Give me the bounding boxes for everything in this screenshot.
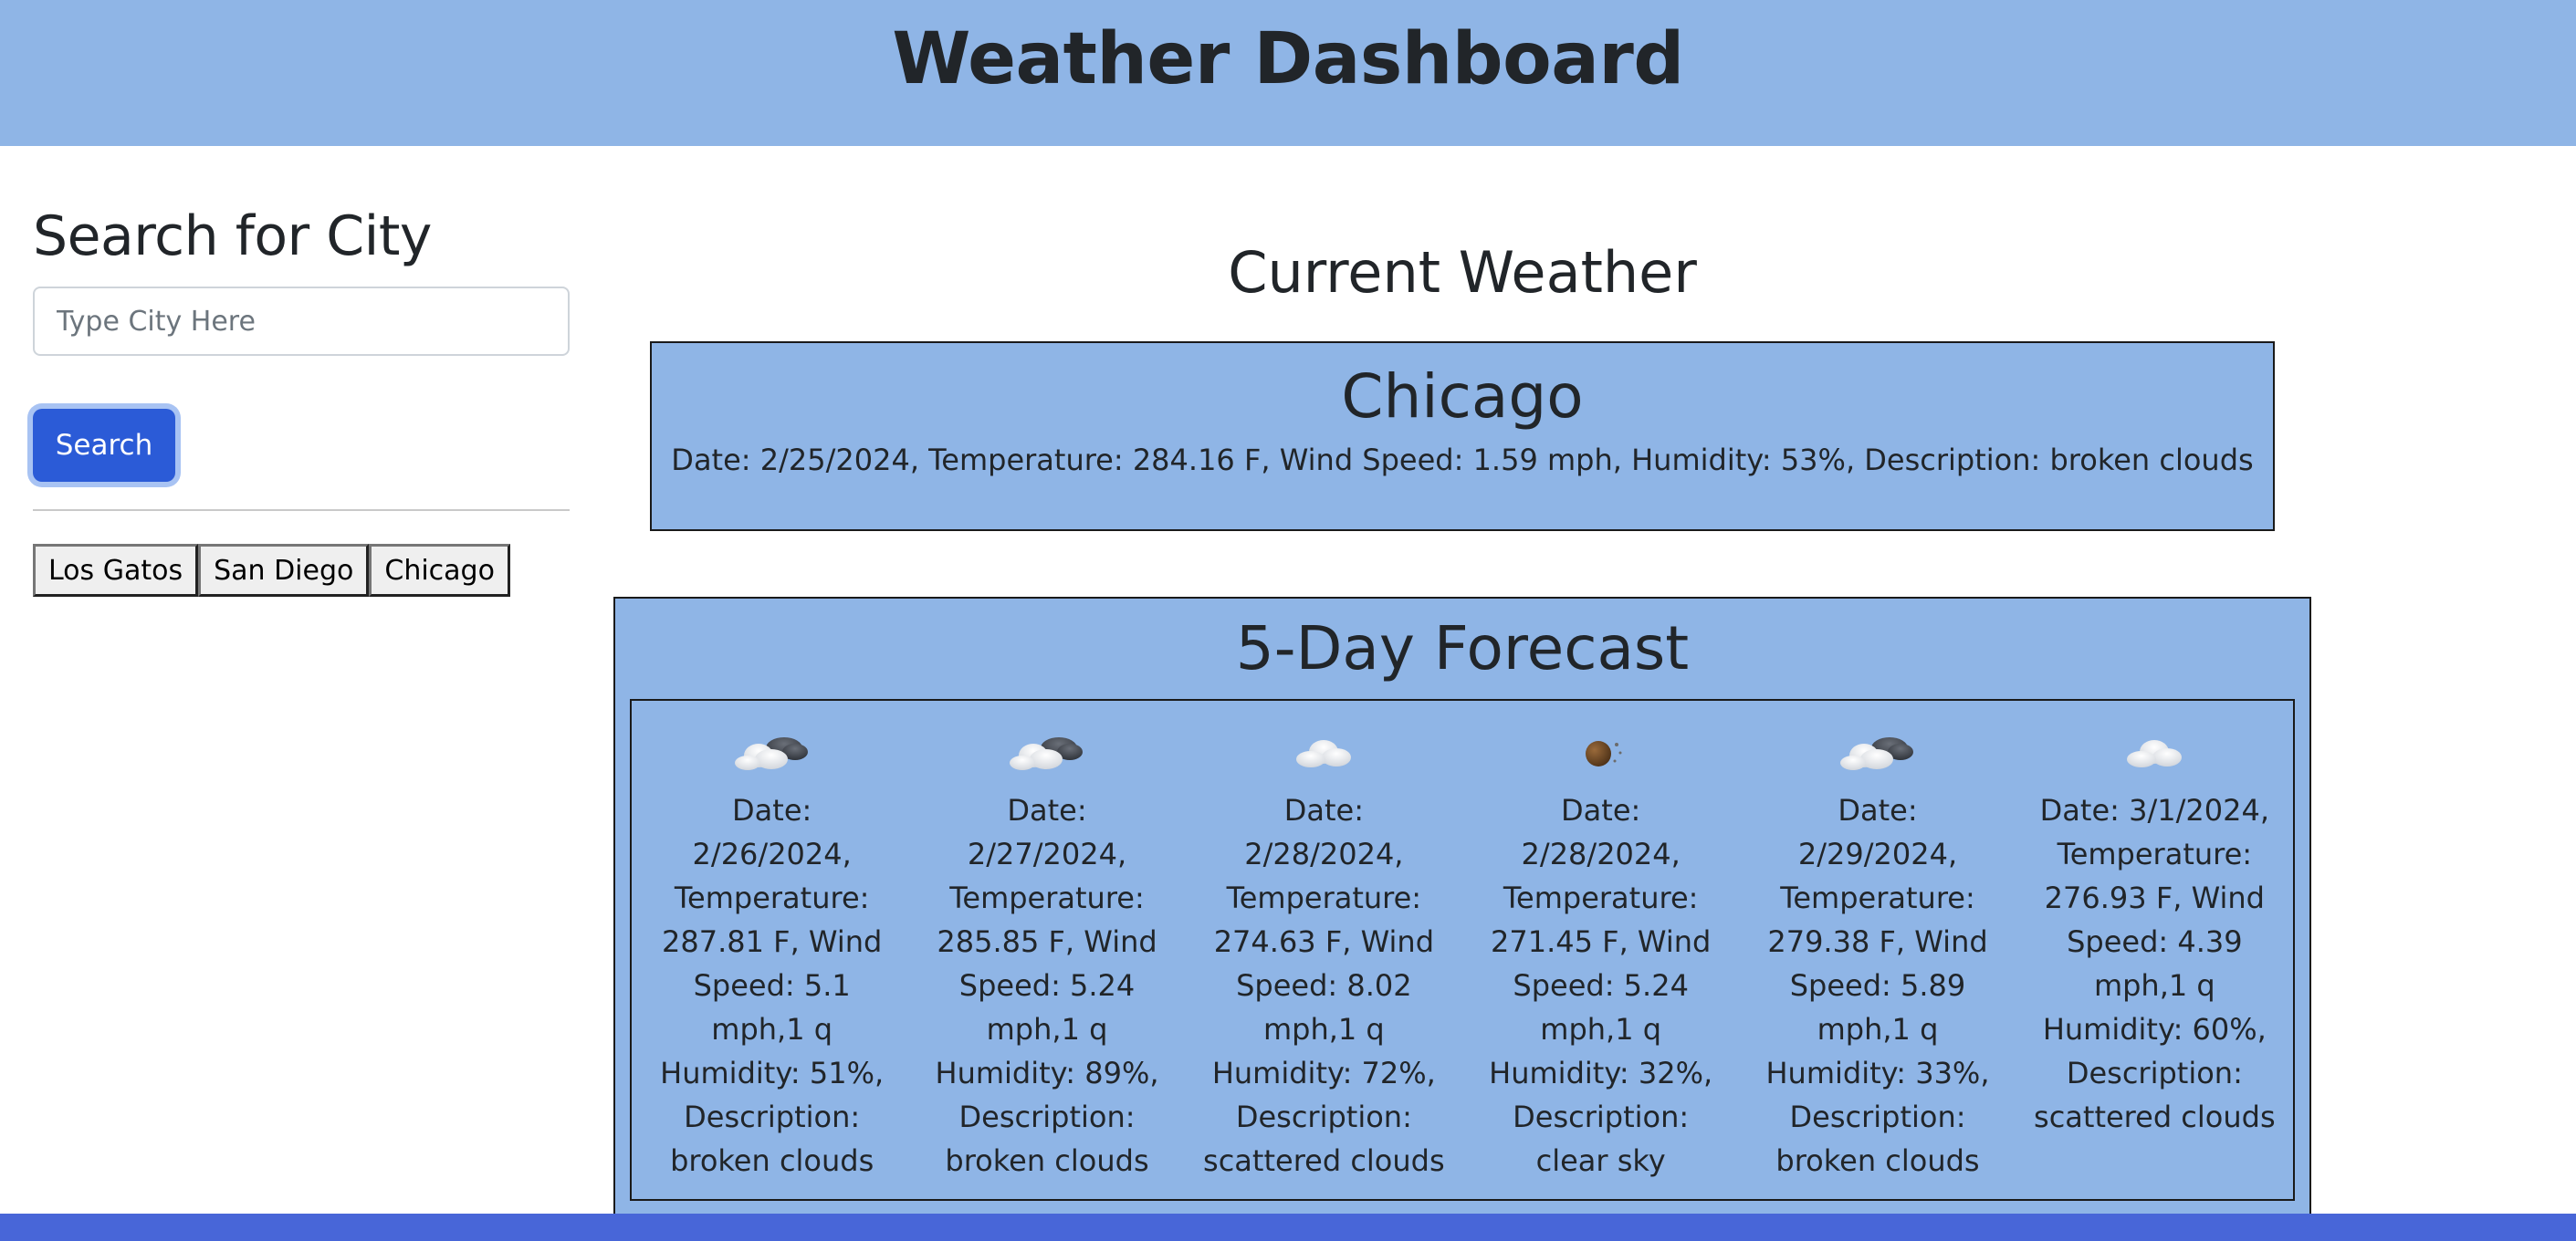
history-button-san-diego[interactable]: San Diego (198, 544, 370, 597)
forecast-day-text: Date: 2/28/2024, Temperature: 271.45 F, … (1489, 793, 1713, 1178)
weather-dashboard-page: Weather Dashboard Search for City Search… (0, 0, 2576, 1241)
scattered-clouds-icon (2016, 726, 2293, 776)
search-button[interactable]: Search (33, 409, 175, 482)
page-title: Weather Dashboard (892, 18, 1684, 100)
broken-clouds-icon (635, 726, 908, 776)
divider (33, 509, 570, 511)
current-weather-details: Date: 2/25/2024, Temperature: 284.16 F, … (671, 443, 2254, 477)
forecast-day: Date: 2/28/2024, Temperature: 274.63 F, … (1186, 701, 1462, 1199)
broken-clouds-icon (1739, 726, 2016, 776)
history-button-los-gatos[interactable]: Los Gatos (33, 544, 199, 597)
current-city-name: Chicago (1341, 361, 1584, 432)
history-button-chicago[interactable]: Chicago (369, 544, 510, 597)
forecast-day: Date: 2/29/2024, Temperature: 279.38 F, … (1739, 701, 2016, 1199)
search-sidebar: Search for City Search Los Gatos San Die… (33, 204, 570, 597)
forecast-title: 5-Day Forecast (1235, 613, 1690, 683)
footer-bar (0, 1214, 2576, 1241)
clear-sky-night-icon (1462, 726, 1739, 776)
forecast-day: Date: 3/1/2024, Temperature: 276.93 F, W… (2016, 701, 2293, 1199)
forecast-section: 5-Day Forecast Date: 2/26/2024, Temperat… (613, 597, 2311, 1241)
forecast-day-text: Date: 2/28/2024, Temperature: 274.63 F, … (1203, 793, 1445, 1178)
forecast-day-text: Date: 2/27/2024, Temperature: 285.85 F, … (935, 793, 1159, 1178)
forecast-day: Date: 2/26/2024, Temperature: 287.81 F, … (632, 701, 908, 1199)
forecast-day-text: Date: 3/1/2024, Temperature: 276.93 F, W… (2034, 793, 2276, 1134)
scattered-clouds-icon (1186, 726, 1462, 776)
city-search-input[interactable] (33, 287, 570, 356)
current-weather-title: Current Weather (1228, 239, 1697, 306)
forecast-day: Date: 2/28/2024, Temperature: 271.45 F, … (1462, 701, 1739, 1199)
forecast-day: Date: 2/27/2024, Temperature: 285.85 F, … (908, 701, 1185, 1199)
search-history: Los Gatos San Diego Chicago (33, 544, 570, 597)
forecast-list: Date: 2/26/2024, Temperature: 287.81 F, … (630, 699, 2295, 1201)
search-heading: Search for City (33, 204, 432, 268)
header-bar: Weather Dashboard (0, 0, 2576, 146)
current-weather-card: Chicago Date: 2/25/2024, Temperature: 28… (650, 341, 2275, 531)
broken-clouds-icon (908, 726, 1185, 776)
forecast-day-text: Date: 2/29/2024, Temperature: 279.38 F, … (1765, 793, 1990, 1178)
forecast-day-text: Date: 2/26/2024, Temperature: 287.81 F, … (660, 793, 885, 1178)
